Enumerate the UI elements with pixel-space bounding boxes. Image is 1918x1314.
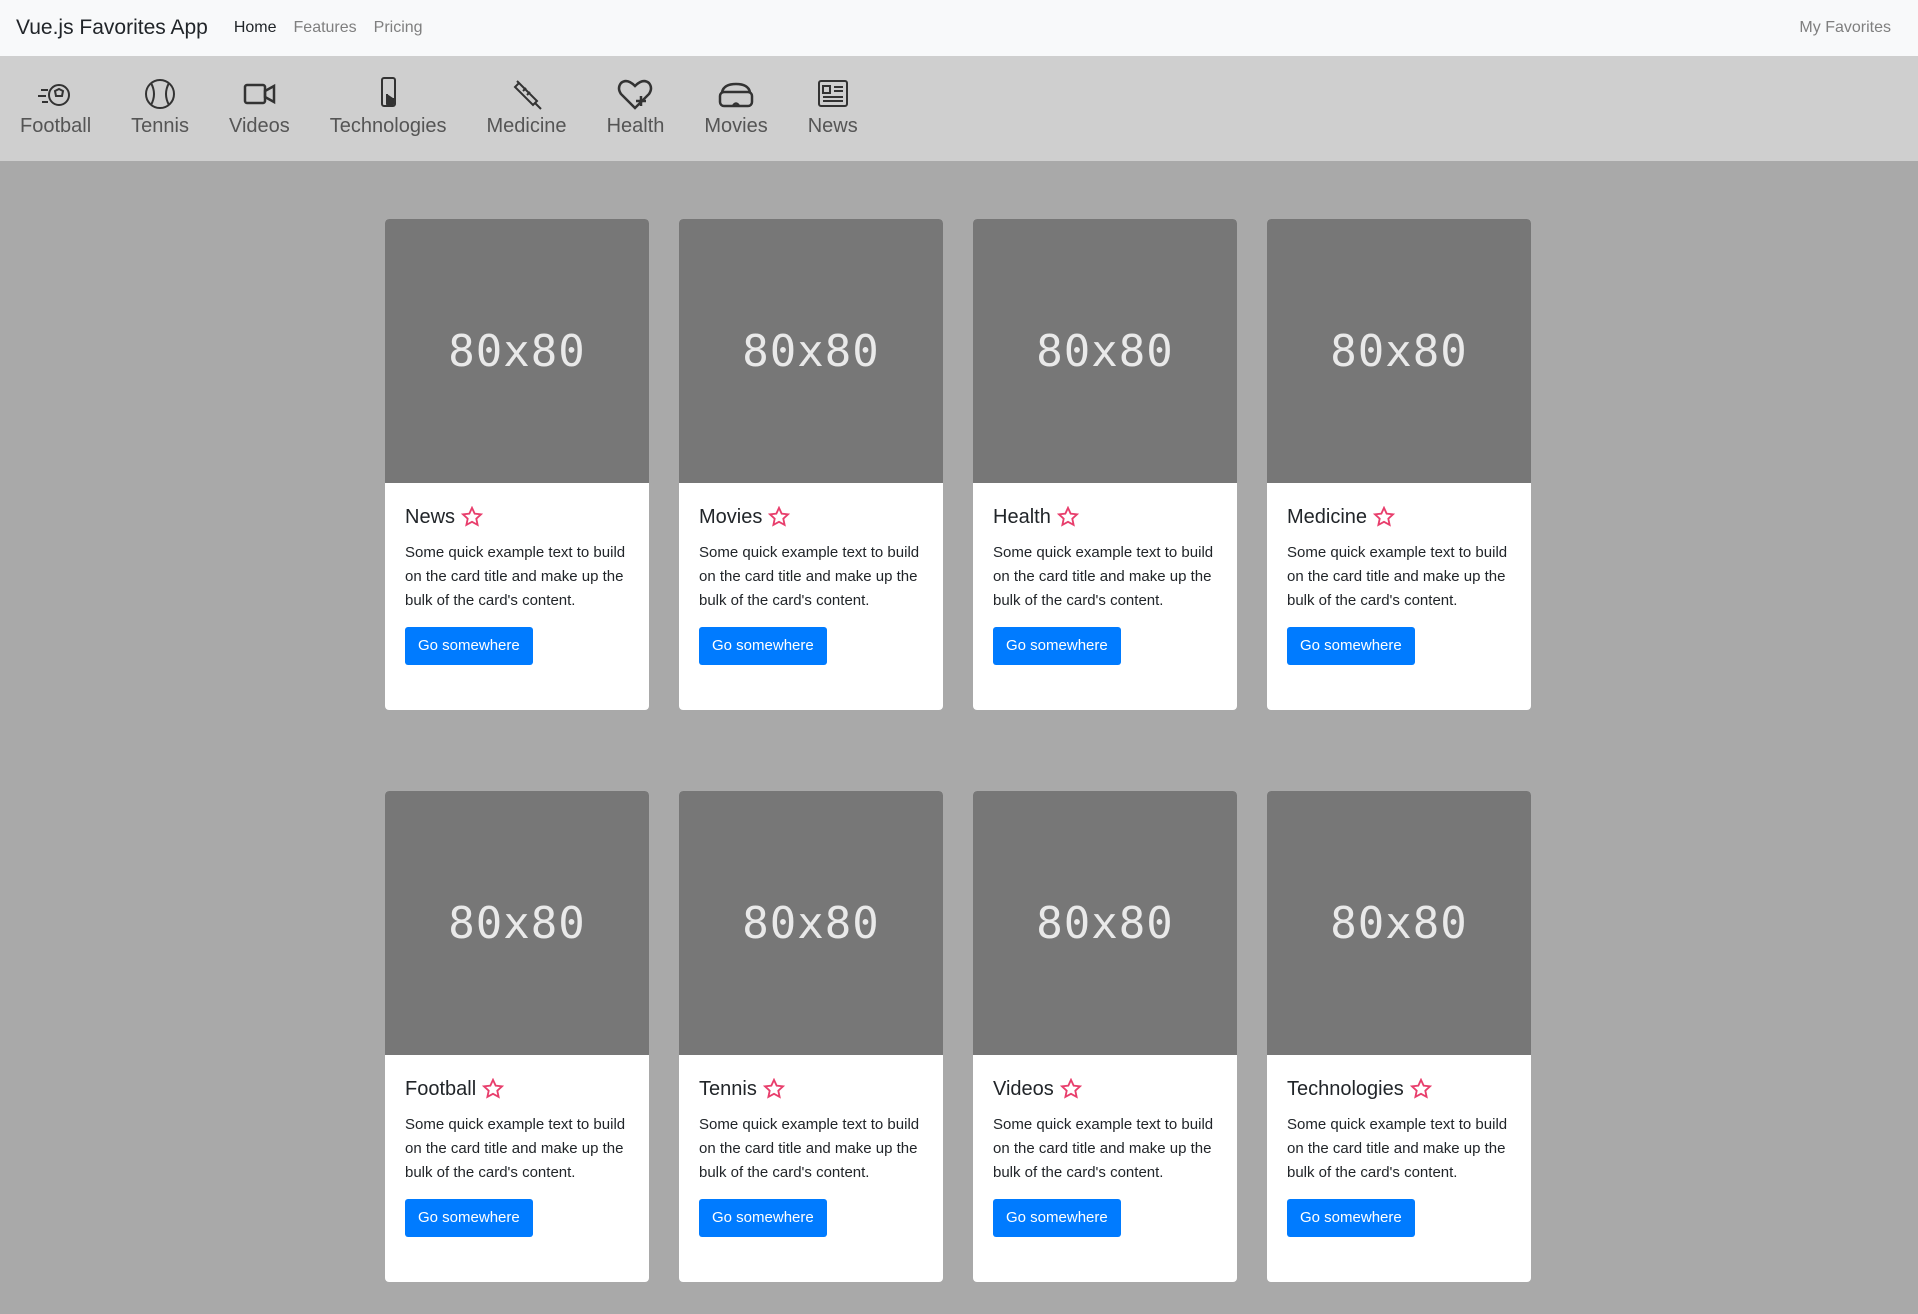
card-news: 80x80 News Some quick example text to bu… — [385, 219, 649, 710]
category-label: Tennis — [131, 115, 189, 137]
star-favorite-icon[interactable] — [762, 1078, 785, 1100]
category-football[interactable]: Football — [20, 76, 91, 138]
top-navbar: Vue.js Favorites App Home Features Prici… — [0, 0, 1918, 56]
card-text: Some quick example text to build on the … — [405, 1116, 626, 1181]
category-health[interactable]: Health — [606, 76, 665, 138]
nav-features-link[interactable]: Features — [294, 19, 357, 37]
syringe-icon — [513, 80, 542, 110]
card-title: Videos — [993, 1077, 1054, 1100]
card-image-placeholder: 80x80 — [679, 219, 943, 483]
star-favorite-icon[interactable] — [1373, 506, 1396, 528]
category-label: Medicine — [486, 115, 567, 137]
card-title: News — [405, 505, 456, 528]
card-title: Health — [993, 505, 1051, 528]
card-text: Some quick example text to build on the … — [993, 544, 1214, 609]
tennis-icon — [145, 79, 176, 109]
card-videos: 80x80 Videos Some quick example text to … — [973, 791, 1237, 1282]
card-technologies: 80x80 Technologies Some quick example te… — [1267, 791, 1531, 1282]
card-image-placeholder: 80x80 — [1267, 791, 1531, 1055]
card-title: Technologies — [1287, 1077, 1404, 1100]
card-football: 80x80 Football Some quick example text t… — [385, 791, 649, 1282]
star-favorite-icon[interactable] — [1056, 506, 1079, 528]
star-favorite-icon[interactable] — [1409, 1078, 1432, 1100]
card-text: Some quick example text to build on the … — [699, 544, 920, 609]
card-text: Some quick example text to build on the … — [405, 544, 626, 609]
card-image-placeholder: 80x80 — [385, 791, 649, 1055]
vr-glasses-icon — [718, 82, 754, 108]
card-text: Some quick example text to build on the … — [1287, 544, 1508, 609]
card-tennis: 80x80 Tennis Some quick example text to … — [679, 791, 943, 1282]
newspaper-icon — [817, 80, 848, 107]
video-camera-icon — [244, 83, 276, 105]
card-image-placeholder: 80x80 — [679, 791, 943, 1055]
category-label: News — [807, 115, 858, 137]
card-title: Tennis — [699, 1077, 757, 1100]
card-image-placeholder: 80x80 — [1267, 219, 1531, 483]
star-favorite-icon[interactable] — [768, 506, 791, 528]
category-medicine[interactable]: Medicine — [487, 76, 567, 138]
card-image-placeholder: 80x80 — [385, 219, 649, 483]
go-somewhere-button[interactable]: Go somewhere — [405, 627, 533, 665]
nav-pricing-link[interactable]: Pricing — [374, 19, 423, 37]
card-title: Movies — [699, 505, 763, 528]
card-image-placeholder: 80x80 — [973, 219, 1237, 483]
category-technologies[interactable]: Technologies — [330, 76, 447, 138]
card-image-placeholder: 80x80 — [973, 791, 1237, 1055]
go-somewhere-button[interactable]: Go somewhere — [405, 1199, 533, 1237]
category-label: Technologies — [329, 115, 447, 137]
star-favorite-icon[interactable] — [1059, 1078, 1082, 1100]
smartphone-icon — [381, 77, 397, 107]
go-somewhere-button[interactable]: Go somewhere — [1287, 1199, 1415, 1237]
card-health: 80x80 Health Some quick example text to … — [973, 219, 1237, 710]
cards-grid: 80x80 News Some quick example text to bu… — [385, 219, 1531, 1282]
football-icon — [37, 84, 70, 106]
card-text: Some quick example text to build on the … — [1287, 1116, 1508, 1181]
category-news[interactable]: News — [808, 76, 858, 138]
app-brand[interactable]: Vue.js Favorites App — [16, 16, 208, 40]
category-bar: Football Tennis Videos Technologies Medi… — [0, 56, 1918, 161]
category-label: Movies — [704, 115, 768, 137]
category-videos[interactable]: Videos — [229, 76, 290, 138]
go-somewhere-button[interactable]: Go somewhere — [699, 627, 827, 665]
category-tennis[interactable]: Tennis — [131, 76, 189, 138]
nav-home-link[interactable]: Home — [234, 19, 277, 37]
category-movies[interactable]: Movies — [704, 76, 768, 138]
my-favorites-link[interactable]: My Favorites — [1799, 19, 1891, 37]
category-label: Health — [606, 115, 665, 137]
go-somewhere-button[interactable]: Go somewhere — [1287, 627, 1415, 665]
card-movies: 80x80 Movies Some quick example text to … — [679, 219, 943, 710]
star-favorite-icon[interactable] — [461, 506, 484, 528]
star-favorite-icon[interactable] — [482, 1078, 505, 1100]
card-text: Some quick example text to build on the … — [993, 1116, 1214, 1181]
go-somewhere-button[interactable]: Go somewhere — [699, 1199, 827, 1237]
card-medicine: 80x80 Medicine Some quick example text t… — [1267, 219, 1531, 710]
go-somewhere-button[interactable]: Go somewhere — [993, 627, 1121, 665]
card-title: Medicine — [1287, 505, 1368, 528]
category-label: Videos — [228, 115, 290, 137]
card-text: Some quick example text to build on the … — [699, 1116, 920, 1181]
card-title: Football — [405, 1077, 477, 1100]
heart-plus-icon — [618, 79, 653, 110]
go-somewhere-button[interactable]: Go somewhere — [993, 1199, 1121, 1237]
category-label: Football — [20, 115, 92, 137]
